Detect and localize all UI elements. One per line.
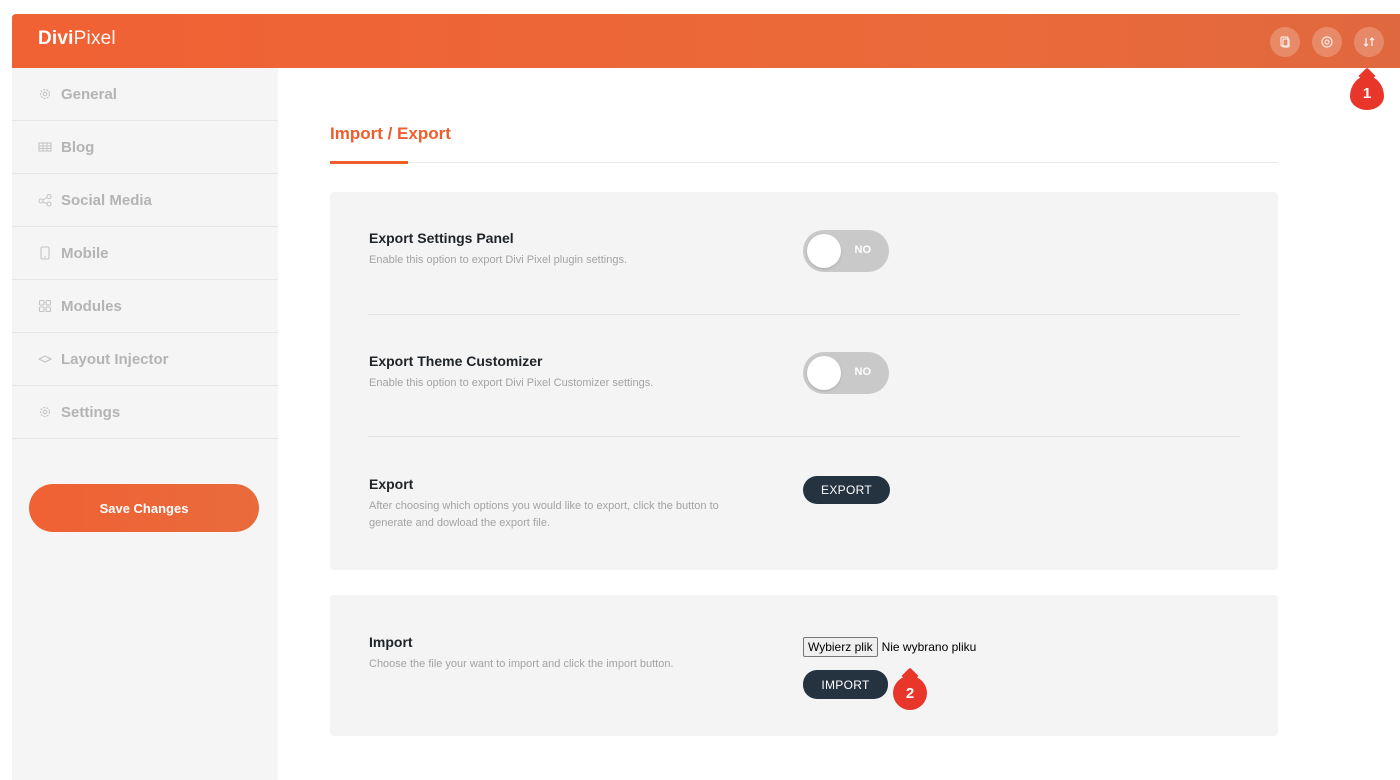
export-desc: After choosing which options you would l… <box>369 500 719 529</box>
file-status: Nie wybrano pliku <box>881 640 977 654</box>
row-divider <box>368 436 1240 437</box>
file-input: Wybierz plik Nie wybrano pliku <box>803 637 976 657</box>
logo-light: Pixel <box>73 28 116 49</box>
grid-icon <box>37 139 53 155</box>
sidebar-item-label: Modules <box>61 297 122 315</box>
row-divider <box>368 314 1240 315</box>
sidebar-item-mobile[interactable]: Mobile <box>12 227 278 280</box>
sidebar-item-layout-injector[interactable]: Layout Injector <box>12 333 278 386</box>
sidebar-item-label: General <box>61 85 117 103</box>
sidebar-item-social-media[interactable]: Social Media <box>12 174 278 227</box>
sidebar-item-label: Layout Injector <box>61 350 169 368</box>
toggle-state: NO <box>854 244 872 256</box>
import-export-icon[interactable] <box>1354 27 1384 57</box>
export-settings-toggle[interactable]: NO <box>803 230 889 272</box>
logo: Divi Pixel <box>38 28 116 50</box>
choose-file-button[interactable]: Wybierz plik <box>803 637 878 657</box>
layers-icon <box>37 351 53 367</box>
title-underline <box>330 161 408 164</box>
import-button[interactable]: IMPORT <box>803 670 888 699</box>
import-desc: Choose the file your want to import and … <box>369 658 674 670</box>
sidebar: General Blog Social Media Mobile Modules… <box>12 68 278 780</box>
top-bar: Divi Pixel <box>12 14 1400 68</box>
sidebar-item-label: Social Media <box>61 191 152 209</box>
mobile-icon <box>37 245 53 261</box>
top-icons <box>1270 27 1384 57</box>
support-icon[interactable] <box>1312 27 1342 57</box>
badge-number: 1 <box>1362 84 1372 102</box>
page-title: Import / Export <box>330 124 451 143</box>
sidebar-item-label: Mobile <box>61 244 109 262</box>
logo-mark: Divi <box>38 28 74 49</box>
export-customizer-desc: Enable this option to export Divi Pixel … <box>369 377 654 389</box>
export-customizer-toggle[interactable]: NO <box>803 352 889 394</box>
document-icon[interactable] <box>1270 27 1300 57</box>
app-window: Divi Pixel General Blog Social Media Mob… <box>12 14 1400 780</box>
modules-icon <box>37 298 53 314</box>
sidebar-item-blog[interactable]: Blog <box>12 121 278 174</box>
share-icon <box>37 192 53 208</box>
sidebar-item-settings[interactable]: Settings <box>12 386 278 439</box>
annotation-badge-2: 2 <box>893 676 927 710</box>
save-changes-button[interactable]: Save Changes <box>29 484 259 532</box>
sidebar-item-label: Settings <box>61 403 121 421</box>
sidebar-item-modules[interactable]: Modules <box>12 280 278 333</box>
export-button[interactable]: EXPORT <box>803 476 890 504</box>
sidebar-item-label: Blog <box>61 138 95 156</box>
toggle-knob <box>807 234 841 268</box>
sidebar-item-general[interactable]: General <box>12 68 278 121</box>
title-divider <box>330 162 1278 163</box>
badge-number: 2 <box>905 684 915 702</box>
toggle-knob <box>807 356 841 390</box>
settings-icon <box>37 404 53 420</box>
annotation-badge-1: 1 <box>1350 76 1384 110</box>
gear-icon <box>37 86 53 102</box>
toggle-state: NO <box>854 366 872 378</box>
export-settings-desc: Enable this option to export Divi Pixel … <box>369 254 628 266</box>
import-panel: Import Choose the file your want to impo… <box>330 595 1278 736</box>
export-panel: Export Settings Panel Enable this option… <box>330 192 1278 570</box>
